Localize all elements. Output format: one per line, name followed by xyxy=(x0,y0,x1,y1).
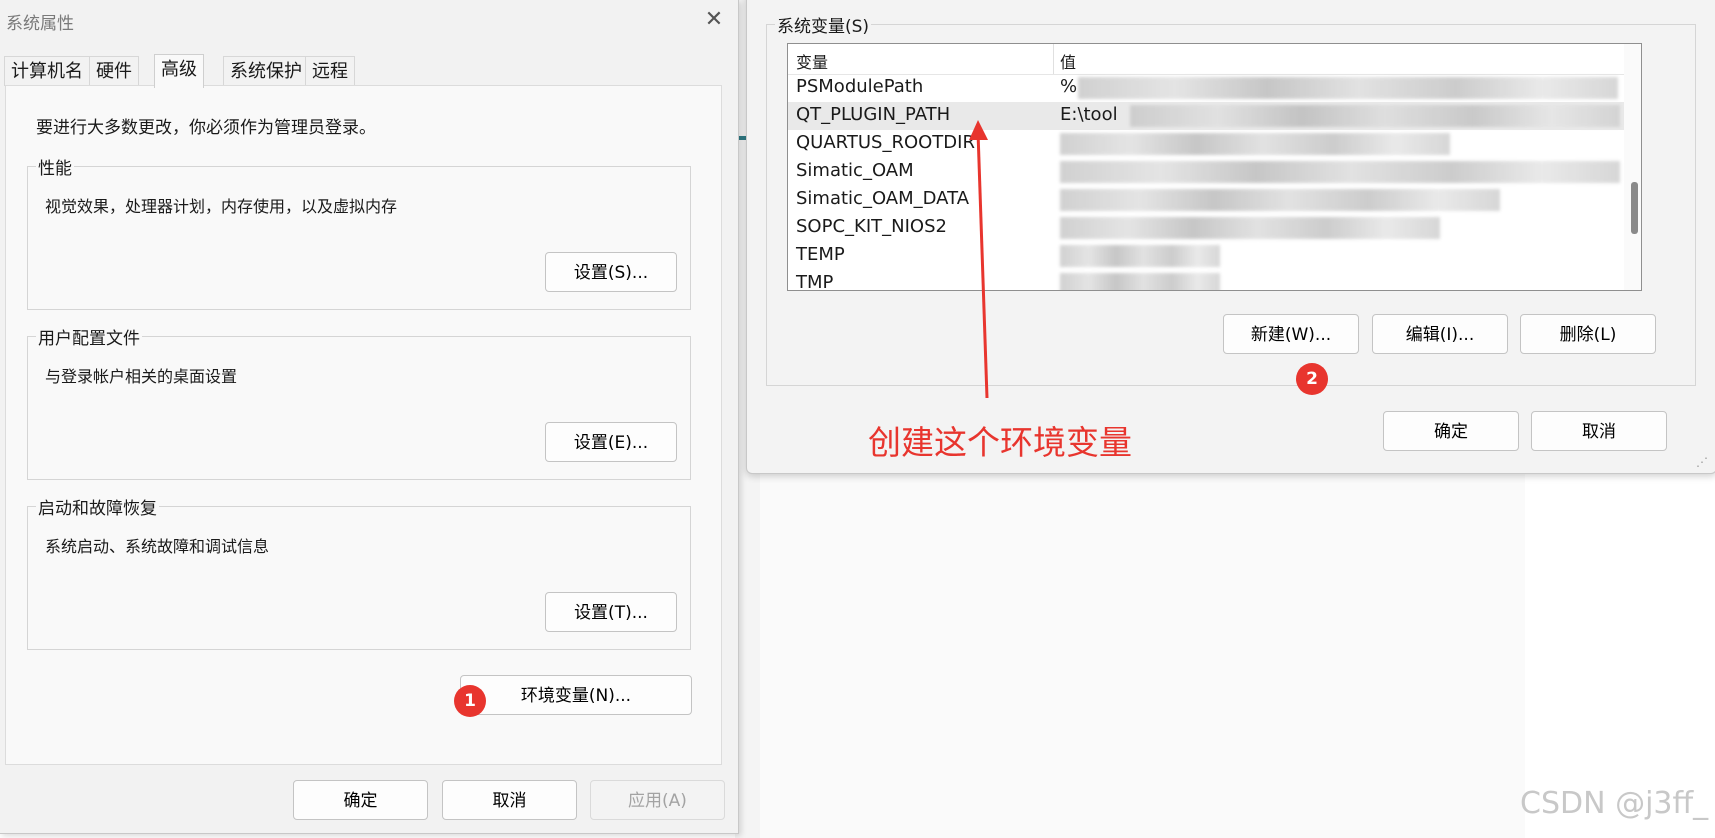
env-ok-button[interactable]: 确定 xyxy=(1383,411,1519,451)
apply-button[interactable]: 应用(A) xyxy=(590,780,725,820)
performance-settings-button[interactable]: 设置(S)... xyxy=(545,252,677,292)
redacted-value xyxy=(1060,133,1450,155)
table-row-selected[interactable]: QT_PLUGIN_PATH E:\tool xyxy=(788,102,1641,130)
column-separator[interactable] xyxy=(1053,44,1054,74)
resize-grip-icon[interactable]: ⋰ xyxy=(1696,455,1708,469)
variable-value: % xyxy=(1060,76,1078,97)
env-cancel-button[interactable]: 取消 xyxy=(1531,411,1667,451)
admin-note: 要进行大多数更改，你必须作为管理员登录。 xyxy=(36,118,376,138)
group-legend: 性能 xyxy=(36,154,74,179)
group-description: 视觉效果，处理器计划，内存使用，以及虚拟内存 xyxy=(45,197,398,216)
column-header-value[interactable]: 值 xyxy=(1060,49,1076,73)
group-description: 与登录帐户相关的桌面设置 xyxy=(45,367,238,386)
tab-advanced[interactable]: 高级 xyxy=(154,54,204,88)
variable-name: SOPC_KIT_NIOS2 xyxy=(796,216,947,237)
redacted-value xyxy=(1060,161,1620,183)
variable-name: TEMP xyxy=(796,244,845,265)
performance-group: 性能 视觉效果，处理器计划，内存使用，以及虚拟内存 设置(S)... xyxy=(27,154,691,310)
table-row[interactable]: Simatic_OAM_DATA xyxy=(788,186,1641,214)
table-row[interactable]: SOPC_KIT_NIOS2 xyxy=(788,214,1641,242)
system-variables-label: 系统变量(S) xyxy=(775,12,872,37)
tab-remote[interactable]: 远程 xyxy=(305,56,355,86)
advanced-tab-panel: 要进行大多数更改，你必须作为管理员登录。 性能 视觉效果，处理器计划，内存使用，… xyxy=(5,85,722,765)
redacted-value xyxy=(1078,77,1618,99)
redacted-value xyxy=(1060,189,1500,211)
tab-hardware[interactable]: 硬件 xyxy=(89,56,139,86)
variable-value: E:\tool xyxy=(1060,104,1118,125)
step-badge-2: 2 xyxy=(1296,363,1328,395)
dialog-title: 系统属性 xyxy=(6,14,74,34)
variable-name: QT_PLUGIN_PATH xyxy=(796,104,951,125)
close-icon[interactable]: ✕ xyxy=(700,6,728,34)
delete-variable-button[interactable]: 删除(L) xyxy=(1520,314,1656,354)
step-badge-1: 1 xyxy=(454,685,486,717)
background-panel xyxy=(760,470,1525,838)
user-profiles-group: 用户配置文件 与登录帐户相关的桌面设置 设置(E)... xyxy=(27,324,691,480)
group-legend: 用户配置文件 xyxy=(36,324,142,349)
startup-recovery-settings-button[interactable]: 设置(T)... xyxy=(545,592,677,632)
table-row[interactable]: TMP xyxy=(788,270,1641,291)
vertical-scrollbar[interactable] xyxy=(1624,44,1641,290)
column-header-name[interactable]: 变量 xyxy=(796,49,828,73)
redacted-value xyxy=(1060,273,1220,290)
new-variable-button[interactable]: 新建(W)... xyxy=(1223,314,1359,354)
redacted-value xyxy=(1130,105,1620,127)
table-row[interactable]: PSModulePath % xyxy=(788,74,1641,102)
variable-name: Simatic_OAM_DATA xyxy=(796,188,970,209)
tab-system-protection[interactable]: 系统保护 xyxy=(223,56,309,86)
redacted-value xyxy=(1060,245,1220,267)
variable-name: Simatic_OAM xyxy=(796,160,914,181)
ok-button[interactable]: 确定 xyxy=(293,780,428,820)
startup-recovery-group: 启动和故障恢复 系统启动、系统故障和调试信息 设置(T)... xyxy=(27,494,691,650)
variable-name: PSModulePath xyxy=(796,76,924,97)
table-row[interactable]: Simatic_OAM xyxy=(788,158,1641,186)
group-description: 系统启动、系统故障和调试信息 xyxy=(45,537,270,556)
redacted-value xyxy=(1060,217,1440,239)
environment-variables-button[interactable]: 环境变量(N)... xyxy=(460,675,692,715)
system-variables-group: 系统变量(S) 变量 值 PSModulePath % QT_PLUGIN_PA… xyxy=(766,12,1696,386)
annotation-caption: 创建这个环境变量 xyxy=(868,423,1132,462)
tab-computer-name[interactable]: 计算机名 xyxy=(4,56,90,86)
cancel-button[interactable]: 取消 xyxy=(442,780,577,820)
watermark: CSDN @j3ff_ xyxy=(1520,786,1709,821)
variable-name: TMP xyxy=(796,272,834,291)
table-row[interactable]: TEMP xyxy=(788,242,1641,270)
group-legend: 启动和故障恢复 xyxy=(36,494,159,519)
edit-variable-button[interactable]: 编辑(I)... xyxy=(1372,314,1508,354)
system-variables-list[interactable]: 变量 值 PSModulePath % QT_PLUGIN_PATH E:\to… xyxy=(787,43,1642,291)
environment-variables-dialog: 系统变量(S) 变量 值 PSModulePath % QT_PLUGIN_PA… xyxy=(746,0,1715,474)
system-properties-dialog: 系统属性 ✕ 计算机名 硬件 高级 系统保护 远程 要进行大多数更改，你必须作为… xyxy=(0,0,739,834)
list-header: 变量 值 xyxy=(788,44,1641,75)
variable-name: QUARTUS_ROOTDIR xyxy=(796,132,975,153)
scrollbar-thumb[interactable] xyxy=(1631,182,1638,234)
user-profiles-settings-button[interactable]: 设置(E)... xyxy=(545,422,677,462)
table-row[interactable]: QUARTUS_ROOTDIR xyxy=(788,130,1641,158)
